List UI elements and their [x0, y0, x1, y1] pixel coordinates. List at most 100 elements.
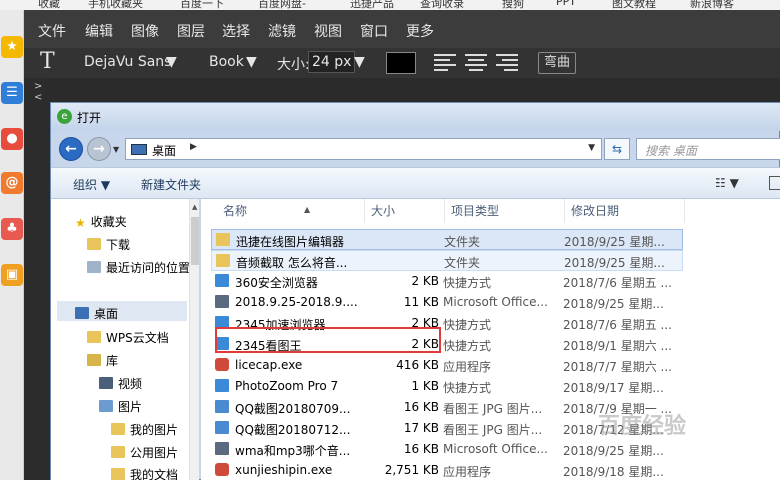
- nav-label: 我的文档: [130, 468, 179, 480]
- file-type: Microsoft Office...: [443, 295, 548, 309]
- box-icon[interactable]: ▣: [1, 264, 23, 286]
- file-row[interactable]: wma和mp3哪个音... 16 KB Microsoft Office... 201…: [211, 439, 683, 460]
- chevron-down-icon[interactable]: ▼: [166, 54, 177, 70]
- nav-library[interactable]: 库: [87, 352, 118, 369]
- nav-my-documents[interactable]: 我的文档: [111, 466, 178, 480]
- file-name: licecap.exe: [235, 358, 303, 372]
- menu-window[interactable]: 窗口: [360, 21, 388, 41]
- address-bar[interactable]: 桌面 ▶ ▼: [125, 138, 602, 160]
- bookmark-item[interactable]: 百度网盘-: [258, 0, 306, 10]
- align-left-icon[interactable]: [434, 54, 456, 72]
- preview-pane-button[interactable]: [769, 176, 780, 190]
- bookmark-item[interactable]: PPT: [556, 0, 576, 8]
- column-size[interactable]: 大小: [365, 199, 445, 223]
- nav-favorites[interactable]: ★ 收藏夹: [75, 213, 127, 230]
- menu-image[interactable]: 图像: [131, 21, 159, 41]
- file-type: 文件夹: [444, 256, 481, 270]
- file-date: 2018/9/25 星期...: [563, 297, 664, 311]
- list-icon[interactable]: ☰: [1, 82, 23, 104]
- bookmark-item[interactable]: 查询收录: [420, 0, 464, 10]
- menu-edit[interactable]: 编辑: [85, 21, 113, 41]
- dialog-titlebar[interactable]: e 打开: [51, 103, 780, 131]
- nav-public-pictures[interactable]: 公用图片: [111, 444, 178, 461]
- text-tool-icon[interactable]: T: [40, 49, 55, 74]
- column-name[interactable]: 名称 ▲: [217, 199, 365, 223]
- file-row[interactable]: 2018.9.25-2018.9.... 11 KB Microsoft Offic…: [211, 292, 683, 313]
- file-type: Microsoft Office...: [443, 442, 548, 456]
- file-row[interactable]: xunjieshipin.exe 2,751 KB 应用程序 2018/9/18 星期…: [211, 460, 683, 480]
- nav-my-pictures[interactable]: 我的图片: [111, 421, 178, 438]
- editor-menubar: 文件 编辑 图像 图层 选择 滤镜 视图 窗口 更多: [24, 10, 780, 48]
- file-size: 2,751 KB: [384, 463, 439, 477]
- file-row[interactable]: licecap.exe 416 KB 应用程序 2018/7/7 星期六 ...: [211, 355, 683, 376]
- file-row[interactable]: 迅捷在线图片编辑器 文件夹 2018/9/25 星期...: [211, 229, 683, 250]
- browser-bookmark-bar: 收藏 手机收藏夹 百度一下 百度网盘- 迅捷产品 查询收录 搜狗 PPT 图文教…: [0, 0, 780, 10]
- nav-video[interactable]: 视频: [99, 375, 142, 392]
- game-icon[interactable]: ♣: [1, 218, 23, 240]
- star-icon[interactable]: ★: [1, 36, 23, 58]
- font-family-select[interactable]: DejaVu Sans: [84, 54, 171, 70]
- collapse-arrows[interactable]: > <: [34, 81, 50, 103]
- nav-scrollbar[interactable]: ▲: [189, 199, 199, 480]
- file-row[interactable]: 360安全浏览器 2 KB 快捷方式 2018/7/6 星期五 ...: [211, 271, 683, 292]
- nav-label: 收藏夹: [90, 215, 127, 229]
- chevron-down-icon[interactable]: ▼: [246, 54, 257, 70]
- address-location[interactable]: 桌面: [152, 142, 176, 159]
- bookmark-item[interactable]: 百度一下: [180, 0, 224, 10]
- nav-wps[interactable]: WPS云文档: [87, 329, 169, 346]
- recent-places-icon: [87, 261, 101, 273]
- bookmark-item[interactable]: 搜狗: [502, 0, 524, 10]
- refresh-button[interactable]: ⇆: [604, 138, 630, 160]
- weibo-icon[interactable]: ●: [1, 128, 23, 150]
- nav-label: 公用图片: [130, 446, 179, 460]
- nav-desktop[interactable]: 桌面: [75, 305, 118, 322]
- back-button[interactable]: ←: [59, 137, 83, 161]
- text-color-swatch[interactable]: [386, 52, 416, 74]
- file-row[interactable]: PhotoZoom Pro 7 1 KB 快捷方式 2018/9/17 星期...: [211, 376, 683, 397]
- nav-label: 最近访问的位置: [106, 261, 191, 275]
- column-date[interactable]: 修改日期: [565, 199, 685, 223]
- menu-filter[interactable]: 滤镜: [268, 21, 296, 41]
- forward-button[interactable]: →: [87, 137, 111, 161]
- bookmark-item[interactable]: 图文教程: [612, 0, 656, 10]
- menu-select[interactable]: 选择: [222, 21, 250, 41]
- menu-file[interactable]: 文件: [38, 21, 66, 41]
- new-folder-button[interactable]: 新建文件夹: [141, 176, 201, 193]
- file-type: 文件夹: [444, 235, 481, 249]
- file-name: wma和mp3哪个音...: [235, 444, 351, 458]
- align-right-icon[interactable]: [496, 54, 518, 72]
- shortcut-icon: [215, 379, 229, 392]
- menu-more[interactable]: 更多: [406, 21, 434, 41]
- text-toolbar: T DejaVu Sans ▼ Book ▼ 大小: 24 px ▼ 弯曲: [24, 48, 780, 78]
- bookmark-item[interactable]: 迅捷产品: [350, 0, 394, 10]
- scroll-up-icon[interactable]: ▲: [192, 203, 197, 211]
- menu-view[interactable]: 视图: [314, 21, 342, 41]
- chevron-down-icon[interactable]: ▼: [354, 54, 365, 70]
- email-icon[interactable]: @: [1, 172, 23, 194]
- bookmark-item[interactable]: 收藏: [38, 0, 60, 10]
- organize-button[interactable]: 组织 ▼: [73, 176, 110, 193]
- bookmark-item[interactable]: 新浪博客: [690, 0, 734, 10]
- menu-layer[interactable]: 图层: [177, 21, 205, 41]
- column-type[interactable]: 项目类型: [445, 199, 565, 223]
- chevron-down-icon[interactable]: ▼: [588, 143, 595, 153]
- nav-recent[interactable]: 最近访问的位置: [87, 259, 190, 276]
- align-center-icon[interactable]: [465, 54, 487, 72]
- nav-downloads[interactable]: 下载: [87, 236, 130, 253]
- chevron-right-icon[interactable]: ▶: [190, 142, 197, 152]
- chevron-down-icon[interactable]: ▼: [113, 145, 119, 154]
- search-input[interactable]: 搜索 桌面: [636, 138, 780, 160]
- bookmark-item[interactable]: 手机收藏夹: [88, 0, 143, 10]
- dialog-title: 打开: [77, 111, 102, 125]
- nav-pictures[interactable]: 图片: [99, 398, 142, 415]
- font-style-select[interactable]: Book: [209, 54, 244, 70]
- file-name: QQ截图20180709...: [235, 402, 351, 416]
- file-row[interactable]: 音频截取 怎么将音... 文件夹 2018/9/25 星期...: [211, 250, 683, 271]
- column-label: 项目类型: [451, 204, 500, 218]
- star-icon: ★: [75, 216, 86, 230]
- view-options-button[interactable]: ☷ ▼: [715, 176, 739, 190]
- font-size-input[interactable]: 24 px: [308, 51, 356, 73]
- nav-label: 库: [106, 354, 119, 368]
- warp-button[interactable]: 弯曲: [538, 52, 576, 74]
- scrollbar-thumb[interactable]: [191, 217, 199, 265]
